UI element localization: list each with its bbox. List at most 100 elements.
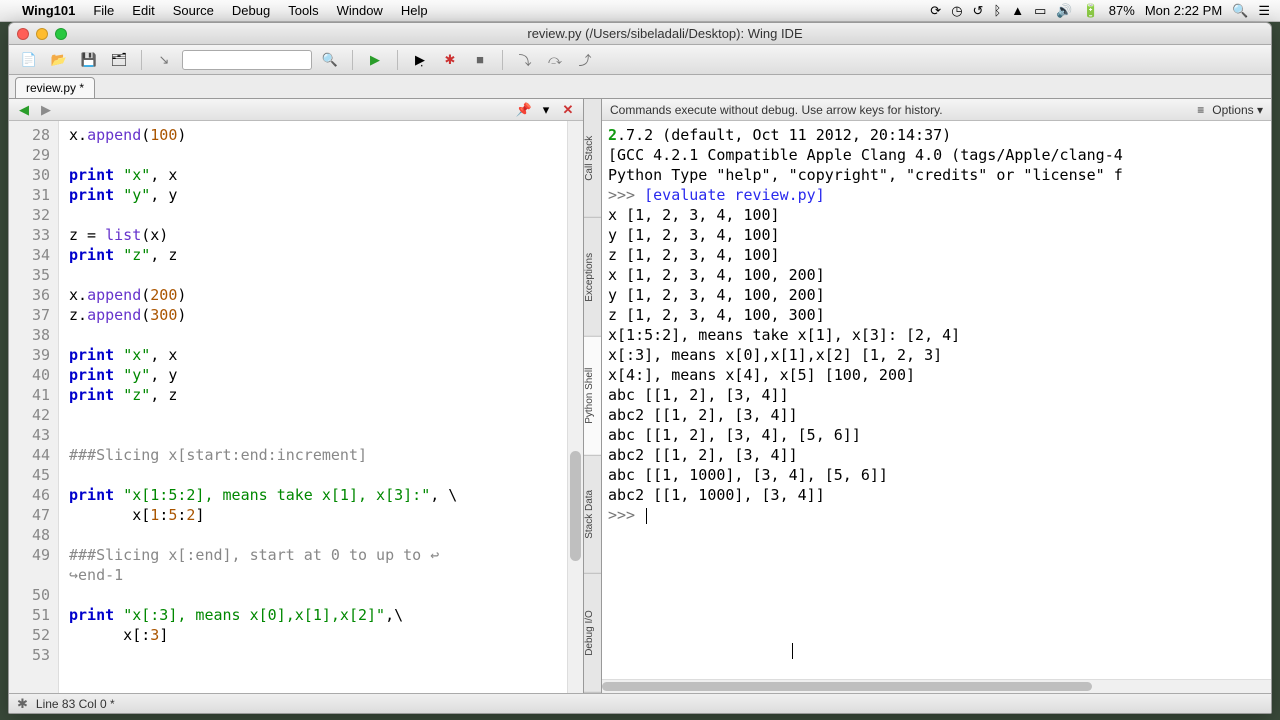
code-line[interactable]: z.append(300)	[69, 305, 583, 325]
clock[interactable]: Mon 2:22 PM	[1145, 3, 1222, 18]
code-line[interactable]: print "y", y	[69, 185, 583, 205]
shell-line[interactable]: x[:3], means x[0],x[1],x[2] [1, 2, 3]	[608, 345, 1265, 365]
step-over-button[interactable]: ⤼	[543, 49, 567, 71]
code-line[interactable]: x[1:5:2]	[69, 505, 583, 525]
code-line[interactable]	[69, 645, 583, 665]
shell-line[interactable]: abc2 [[1, 2], [3, 4]]	[608, 405, 1265, 425]
shell-line[interactable]: abc [[1, 2], [3, 4]]	[608, 385, 1265, 405]
vtab-exceptions[interactable]: Exceptions	[584, 218, 601, 337]
editor-scroll-thumb[interactable]	[570, 451, 581, 561]
shell-line[interactable]: Python Type "help", "copyright", "credit…	[608, 165, 1265, 185]
open-file-button[interactable]: 📂	[47, 49, 71, 71]
menu-source[interactable]: Source	[173, 3, 214, 18]
debug-file-button[interactable]: ▶̣	[408, 49, 432, 71]
save-all-button[interactable]: 🗂	[107, 49, 131, 71]
vtab-stack-data[interactable]: Stack Data	[584, 455, 601, 574]
code-line[interactable]	[69, 525, 583, 545]
code-editor[interactable]: 2829303132333435363738394041424344454647…	[9, 121, 583, 693]
code-line[interactable]: ###Slicing x[:end], start at 0 to up to …	[69, 545, 583, 565]
code-line[interactable]	[69, 265, 583, 285]
code-line[interactable]: print "z", z	[69, 385, 583, 405]
spotlight-icon[interactable]: 🔍	[1232, 3, 1248, 19]
goto-button[interactable]: ↘	[152, 49, 176, 71]
zoom-window-button[interactable]	[55, 28, 67, 40]
editor-scrollbar[interactable]	[567, 121, 583, 693]
menu-edit[interactable]: Edit	[132, 3, 154, 18]
menu-debug[interactable]: Debug	[232, 3, 270, 18]
code-line[interactable]: ↪end-1	[69, 565, 583, 585]
shell-line[interactable]: x [1, 2, 3, 4, 100, 200]	[608, 265, 1265, 285]
minimize-window-button[interactable]	[36, 28, 48, 40]
menu-tools[interactable]: Tools	[288, 3, 318, 18]
code-line[interactable]	[69, 145, 583, 165]
volume-icon[interactable]: 🔊	[1056, 3, 1072, 19]
nav-forward-button[interactable]: ▶	[37, 102, 55, 118]
menu-window[interactable]: Window	[337, 3, 383, 18]
run-button[interactable]: ▶	[363, 49, 387, 71]
display-icon[interactable]: ▭	[1034, 3, 1046, 19]
code-line[interactable]	[69, 465, 583, 485]
shell-hscrollbar[interactable]	[602, 679, 1271, 693]
code-line[interactable]: print "x[1:5:2], means take x[1], x[3]:"…	[69, 485, 583, 505]
shell-line[interactable]: >>> [evaluate review.py]	[608, 185, 1265, 205]
pin-icon[interactable]: 📌	[515, 102, 533, 118]
shell-line[interactable]: y [1, 2, 3, 4, 100]	[608, 225, 1265, 245]
step-out-button[interactable]: ⤴	[573, 49, 597, 71]
code-line[interactable]: print "x", x	[69, 165, 583, 185]
search-button[interactable]: 🔍	[318, 49, 342, 71]
shell-menu-icon[interactable]: ≡	[1197, 103, 1204, 117]
code-line[interactable]	[69, 405, 583, 425]
step-into-button[interactable]: ⤵	[513, 49, 537, 71]
shell-line[interactable]: z [1, 2, 3, 4, 100, 300]	[608, 305, 1265, 325]
code-line[interactable]: z = list(x)	[69, 225, 583, 245]
vtab-debug-i/o[interactable]: Debug I/O	[584, 574, 601, 693]
app-name[interactable]: Wing101	[22, 3, 75, 18]
vtab-python-shell[interactable]: Python Shell	[584, 337, 601, 456]
code-line[interactable]: x.append(200)	[69, 285, 583, 305]
clock-icon[interactable]: ◷	[951, 3, 962, 19]
shell-line[interactable]: abc2 [[1, 2], [3, 4]]	[608, 445, 1265, 465]
history-icon[interactable]: ↺	[973, 3, 984, 19]
code-line[interactable]: print "x", x	[69, 345, 583, 365]
python-shell[interactable]: ▼ 2.7.2 (default, Oct 11 2012, 20:14:37)…	[602, 121, 1271, 693]
shell-line[interactable]: abc [[1, 2], [3, 4], [5, 6]]	[608, 425, 1265, 445]
code-line[interactable]: print "x[:3], means x[0],x[1],x[2]",\	[69, 605, 583, 625]
shell-line[interactable]: 2.7.2 (default, Oct 11 2012, 20:14:37)	[608, 125, 1265, 145]
close-window-button[interactable]	[17, 28, 29, 40]
menu-file[interactable]: File	[93, 3, 114, 18]
shell-line[interactable]: x [1, 2, 3, 4, 100]	[608, 205, 1265, 225]
new-file-button[interactable]: 📄	[17, 49, 41, 71]
code-line[interactable]: print "z", z	[69, 245, 583, 265]
stop-button[interactable]: ■	[468, 49, 492, 71]
options-button[interactable]: Options ▾	[1212, 103, 1263, 117]
menu-help[interactable]: Help	[401, 3, 428, 18]
bluetooth-icon[interactable]: ᛒ	[993, 3, 1001, 18]
sync-icon[interactable]: ⟳	[930, 3, 941, 19]
code-line[interactable]	[69, 205, 583, 225]
shell-line[interactable]: y [1, 2, 3, 4, 100, 200]	[608, 285, 1265, 305]
vtab-call-stack[interactable]: Call Stack	[584, 99, 601, 218]
wifi-icon[interactable]: ▲	[1011, 3, 1024, 18]
shell-hscroll-thumb[interactable]	[602, 682, 1092, 691]
battery-icon[interactable]: 🔋	[1083, 3, 1099, 19]
shell-line[interactable]: x[1:5:2], means take x[1], x[3]: [2, 4]	[608, 325, 1265, 345]
save-button[interactable]: 💾	[77, 49, 101, 71]
shell-line[interactable]: [GCC 4.2.1 Compatible Apple Clang 4.0 (t…	[608, 145, 1265, 165]
close-editor-icon[interactable]: ✕	[559, 102, 577, 118]
shell-line[interactable]: x[4:], means x[4], x[5] [100, 200]	[608, 365, 1265, 385]
code-line[interactable]: x.append(100)	[69, 125, 583, 145]
code-line[interactable]: x[:3]	[69, 625, 583, 645]
shell-line[interactable]: >>>	[608, 505, 1265, 525]
code-line[interactable]	[69, 585, 583, 605]
menu-extras-icon[interactable]: ☰	[1258, 3, 1270, 19]
search-input[interactable]	[182, 50, 312, 70]
debug-bug-button[interactable]: ✱	[438, 49, 462, 71]
nav-back-button[interactable]: ◀	[15, 102, 33, 118]
code-line[interactable]	[69, 325, 583, 345]
shell-line[interactable]: z [1, 2, 3, 4, 100]	[608, 245, 1265, 265]
status-bug-icon[interactable]: ✱	[17, 696, 28, 712]
chevron-down-icon[interactable]: ▾	[537, 102, 555, 118]
code-line[interactable]: print "y", y	[69, 365, 583, 385]
shell-line[interactable]: abc [[1, 1000], [3, 4], [5, 6]]	[608, 465, 1265, 485]
file-tab-review[interactable]: review.py *	[15, 77, 95, 98]
